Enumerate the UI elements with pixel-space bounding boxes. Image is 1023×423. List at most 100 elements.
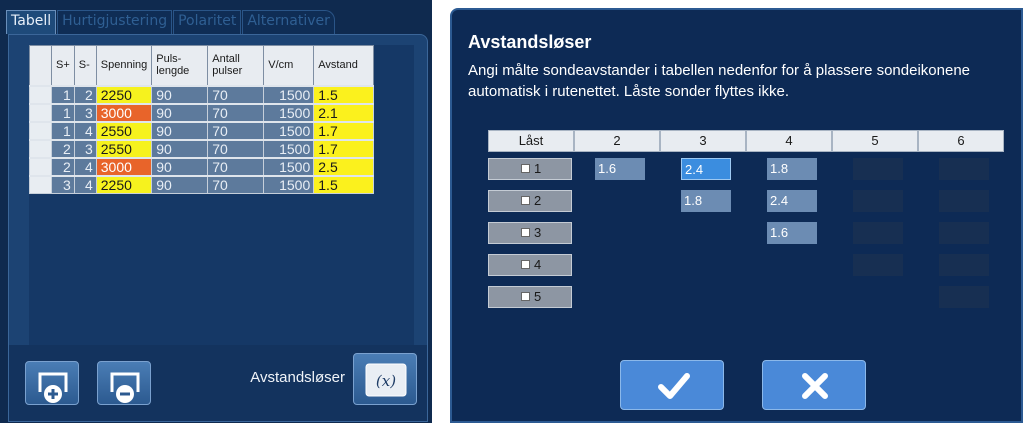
- s-plus-cell[interactable]: 1: [51, 102, 75, 122]
- antall-pulser-cell[interactable]: 70: [207, 138, 265, 158]
- s-minus-cell[interactable]: 4: [73, 174, 97, 194]
- spenning-cell[interactable]: 3000: [95, 102, 153, 122]
- antall-pulser-cell[interactable]: 70: [207, 84, 265, 104]
- s-plus-cell[interactable]: 2: [51, 156, 75, 176]
- spenning-cell[interactable]: 2550: [95, 120, 153, 140]
- table-row[interactable]: 1 3 3000 90 70 1500 2.1: [29, 102, 375, 122]
- function-x-icon: (x): [365, 363, 407, 397]
- distance-input-4-6[interactable]: [939, 254, 989, 276]
- spenning-cell[interactable]: 3000: [95, 156, 153, 176]
- probe-lock-1[interactable]: 1: [488, 158, 572, 180]
- table-header-row: S+ S- Spenning Puls- lengde Antall pulse…: [29, 45, 375, 86]
- vcm-cell[interactable]: 1500: [263, 174, 315, 194]
- pulslengde-cell[interactable]: 90: [151, 84, 209, 104]
- cancel-button[interactable]: [762, 360, 866, 410]
- probe-lock-5[interactable]: 5: [488, 286, 572, 308]
- antall-pulser-cell[interactable]: 70: [207, 156, 265, 176]
- avstand-cell[interactable]: 2.1: [313, 102, 375, 122]
- s-plus-cell[interactable]: 3: [51, 174, 75, 194]
- s-minus-cell[interactable]: 3: [73, 138, 97, 158]
- distance-input-4-5[interactable]: [853, 254, 903, 276]
- distance-input-1-6[interactable]: [939, 158, 989, 180]
- row-select-cell[interactable]: [29, 84, 52, 104]
- avstand-cell[interactable]: 1.5: [313, 174, 375, 194]
- s-minus-cell[interactable]: 4: [73, 156, 97, 176]
- lock-checkbox[interactable]: [521, 260, 530, 270]
- probe-lock-2[interactable]: 2: [488, 190, 572, 212]
- tab-hurtigjustering[interactable]: Hurtigjustering: [57, 10, 173, 34]
- distance-solver-button[interactable]: (x): [353, 353, 417, 405]
- spenning-cell[interactable]: 2550: [95, 138, 153, 158]
- probe-label: 1: [534, 161, 542, 176]
- spenning-cell[interactable]: 2250: [95, 174, 153, 194]
- pulslengde-cell[interactable]: 90: [151, 156, 209, 176]
- table-row[interactable]: 3 4 2250 90 70 1500 1.5: [29, 174, 375, 194]
- probe-lock-4[interactable]: 4: [488, 254, 572, 276]
- pulslengde-cell[interactable]: 90: [151, 120, 209, 140]
- vcm-cell[interactable]: 1500: [263, 120, 315, 140]
- tab-tabell[interactable]: Tabell: [6, 10, 57, 34]
- remove-row-button[interactable]: [97, 361, 151, 405]
- row-select-cell[interactable]: [29, 120, 52, 140]
- tab-alternativer[interactable]: Alternativer: [242, 10, 335, 34]
- table-row[interactable]: 2 3 2550 90 70 1500 1.7: [29, 138, 375, 158]
- s-minus-cell[interactable]: 2: [73, 84, 97, 104]
- lock-checkbox[interactable]: [521, 228, 530, 238]
- vcm-cell[interactable]: 1500: [263, 156, 315, 176]
- pulslengde-cell[interactable]: 90: [151, 138, 209, 158]
- s-minus-cell[interactable]: 4: [73, 120, 97, 140]
- vcm-cell[interactable]: 1500: [263, 138, 315, 158]
- probe-lock-3[interactable]: 3: [488, 222, 572, 244]
- distance-input-1-3[interactable]: 2.4: [681, 158, 731, 180]
- pulslengde-cell[interactable]: 90: [151, 102, 209, 122]
- distance-input-2-4[interactable]: 2.4: [767, 190, 817, 212]
- distance-input-2-5[interactable]: [853, 190, 903, 212]
- avstand-cell[interactable]: 1.5: [313, 84, 375, 104]
- distance-input-1-4[interactable]: 1.8: [767, 158, 817, 180]
- confirm-button[interactable]: [620, 360, 724, 410]
- column-header-2: 2: [574, 130, 660, 152]
- header-antall-pulser: Antall pulser: [207, 45, 265, 86]
- distance-input-1-5[interactable]: [853, 158, 903, 180]
- lock-checkbox[interactable]: [521, 292, 530, 302]
- avstand-cell[interactable]: 2.5: [313, 156, 375, 176]
- app-root: Tabell Hurtigjustering Polaritet Alterna…: [0, 0, 1023, 423]
- distance-input-1-2[interactable]: 1.6: [595, 158, 645, 180]
- close-icon: [802, 373, 828, 399]
- distance-input-3-4[interactable]: 1.6: [767, 222, 817, 244]
- add-row-button[interactable]: [25, 361, 79, 405]
- spenning-cell[interactable]: 2250: [95, 84, 153, 104]
- pulse-table-area: S+ S- Spenning Puls- lengde Antall pulse…: [29, 45, 414, 345]
- table-row[interactable]: 1 2 2250 90 70 1500 1.5: [29, 84, 375, 104]
- distance-input-3-5[interactable]: [853, 222, 903, 244]
- lock-checkbox[interactable]: [521, 196, 530, 206]
- distance-input-2-3[interactable]: 1.8: [681, 190, 731, 212]
- s-minus-cell[interactable]: 3: [73, 102, 97, 122]
- distance-input-5-6[interactable]: [939, 286, 989, 308]
- s-plus-cell[interactable]: 1: [51, 120, 75, 140]
- row-select-cell[interactable]: [29, 138, 52, 158]
- antall-pulser-cell[interactable]: 70: [207, 174, 265, 194]
- row-select-cell[interactable]: [29, 156, 52, 176]
- antall-pulser-cell[interactable]: 70: [207, 102, 265, 122]
- antall-pulser-cell[interactable]: 70: [207, 120, 265, 140]
- table-row[interactable]: 1 4 2550 90 70 1500 1.7: [29, 120, 375, 140]
- lock-checkbox[interactable]: [521, 164, 530, 174]
- row-select-cell[interactable]: [29, 102, 52, 122]
- distance-solver-dialog: Avstandsløser Angi målte sondeavstander …: [450, 8, 1023, 423]
- column-header-3: 3: [660, 130, 746, 152]
- s-plus-cell[interactable]: 2: [51, 138, 75, 158]
- vcm-cell[interactable]: 1500: [263, 84, 315, 104]
- tab-polaritet[interactable]: Polaritet: [173, 10, 242, 34]
- vcm-cell[interactable]: 1500: [263, 102, 315, 122]
- distance-input-3-6[interactable]: [939, 222, 989, 244]
- avstand-cell[interactable]: 1.7: [313, 138, 375, 158]
- distance-input-2-6[interactable]: [939, 190, 989, 212]
- pulslengde-cell[interactable]: 90: [151, 174, 209, 194]
- svg-text:(x): (x): [376, 372, 396, 390]
- table-row[interactable]: 2 4 3000 90 70 1500 2.5: [29, 156, 375, 176]
- avstand-cell[interactable]: 1.7: [313, 120, 375, 140]
- s-plus-cell[interactable]: 1: [51, 84, 75, 104]
- column-header-4: 4: [746, 130, 832, 152]
- row-select-cell[interactable]: [29, 174, 52, 194]
